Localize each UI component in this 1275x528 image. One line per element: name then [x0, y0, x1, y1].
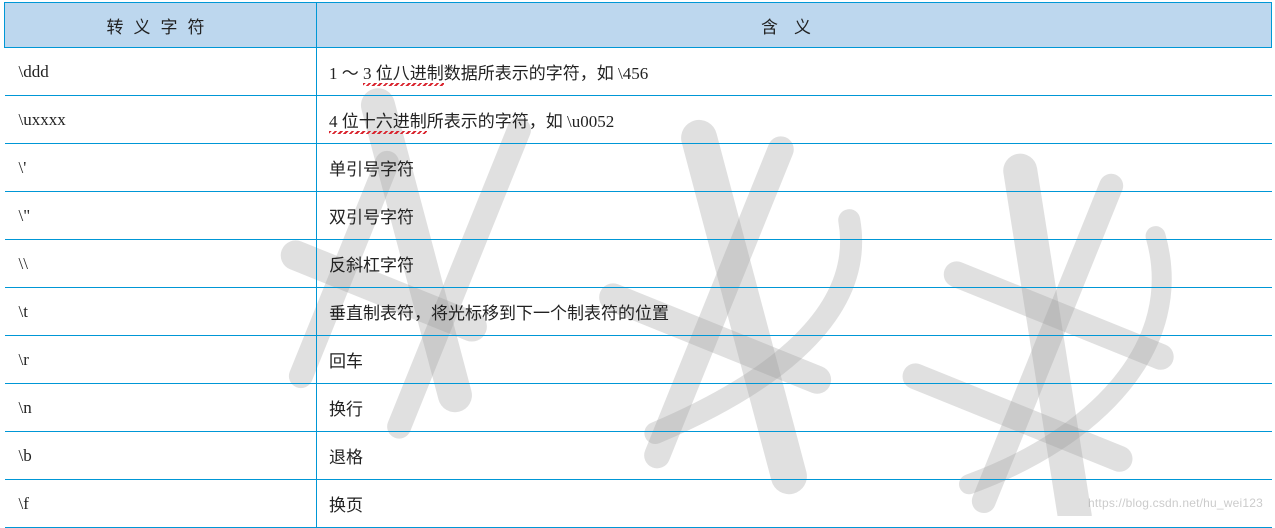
text: 数据所表示的字符，如 \456	[444, 64, 648, 83]
cell-escape: \f	[5, 480, 317, 528]
cell-meaning: 回车	[317, 336, 1272, 384]
header-escape: 转义字符	[5, 3, 317, 48]
table-row: \f 换页	[5, 480, 1272, 528]
cell-meaning: 4 位十六进制所表示的字符，如 \u0052	[317, 96, 1272, 144]
table-row: \" 双引号字符	[5, 192, 1272, 240]
cell-escape: \t	[5, 288, 317, 336]
table-row: \uxxxx 4 位十六进制所表示的字符，如 \u0052	[5, 96, 1272, 144]
cell-escape: \uxxxx	[5, 96, 317, 144]
table-header-row: 转义字符 含义	[5, 3, 1272, 48]
table-row: \ddd 1 ～ 3 位八进制数据所表示的字符，如 \456	[5, 48, 1272, 96]
cell-escape: \\	[5, 240, 317, 288]
table-row: \t 垂直制表符，将光标移到下一个制表符的位置	[5, 288, 1272, 336]
text: 1 ～	[329, 64, 363, 83]
spellcheck-underline: 4 位十六进制	[329, 107, 427, 132]
cell-meaning: 双引号字符	[317, 192, 1272, 240]
cell-escape: \b	[5, 432, 317, 480]
table-row: \n 换行	[5, 384, 1272, 432]
cell-escape: \n	[5, 384, 317, 432]
table-row: \r 回车	[5, 336, 1272, 384]
cell-meaning: 1 ～ 3 位八进制数据所表示的字符，如 \456	[317, 48, 1272, 96]
cell-meaning: 反斜杠字符	[317, 240, 1272, 288]
cell-escape: \'	[5, 144, 317, 192]
table-row: \b 退格	[5, 432, 1272, 480]
text: 所表示的字符，如 \u0052	[427, 112, 614, 131]
cell-escape: \"	[5, 192, 317, 240]
cell-escape: \r	[5, 336, 317, 384]
spellcheck-underline: 3 位八进制	[363, 59, 444, 84]
table-row: \\ 反斜杠字符	[5, 240, 1272, 288]
csdn-watermark: https://blog.csdn.net/hu_wei123	[1088, 496, 1263, 510]
header-meaning: 含义	[317, 3, 1272, 48]
escape-char-table: 转义字符 含义 \ddd 1 ～ 3 位八进制数据所表示的字符，如 \456 \…	[4, 2, 1272, 528]
cell-meaning: 退格	[317, 432, 1272, 480]
cell-meaning: 单引号字符	[317, 144, 1272, 192]
cell-meaning: 垂直制表符，将光标移到下一个制表符的位置	[317, 288, 1272, 336]
cell-meaning: 换行	[317, 384, 1272, 432]
table-row: \' 单引号字符	[5, 144, 1272, 192]
cell-escape: \ddd	[5, 48, 317, 96]
